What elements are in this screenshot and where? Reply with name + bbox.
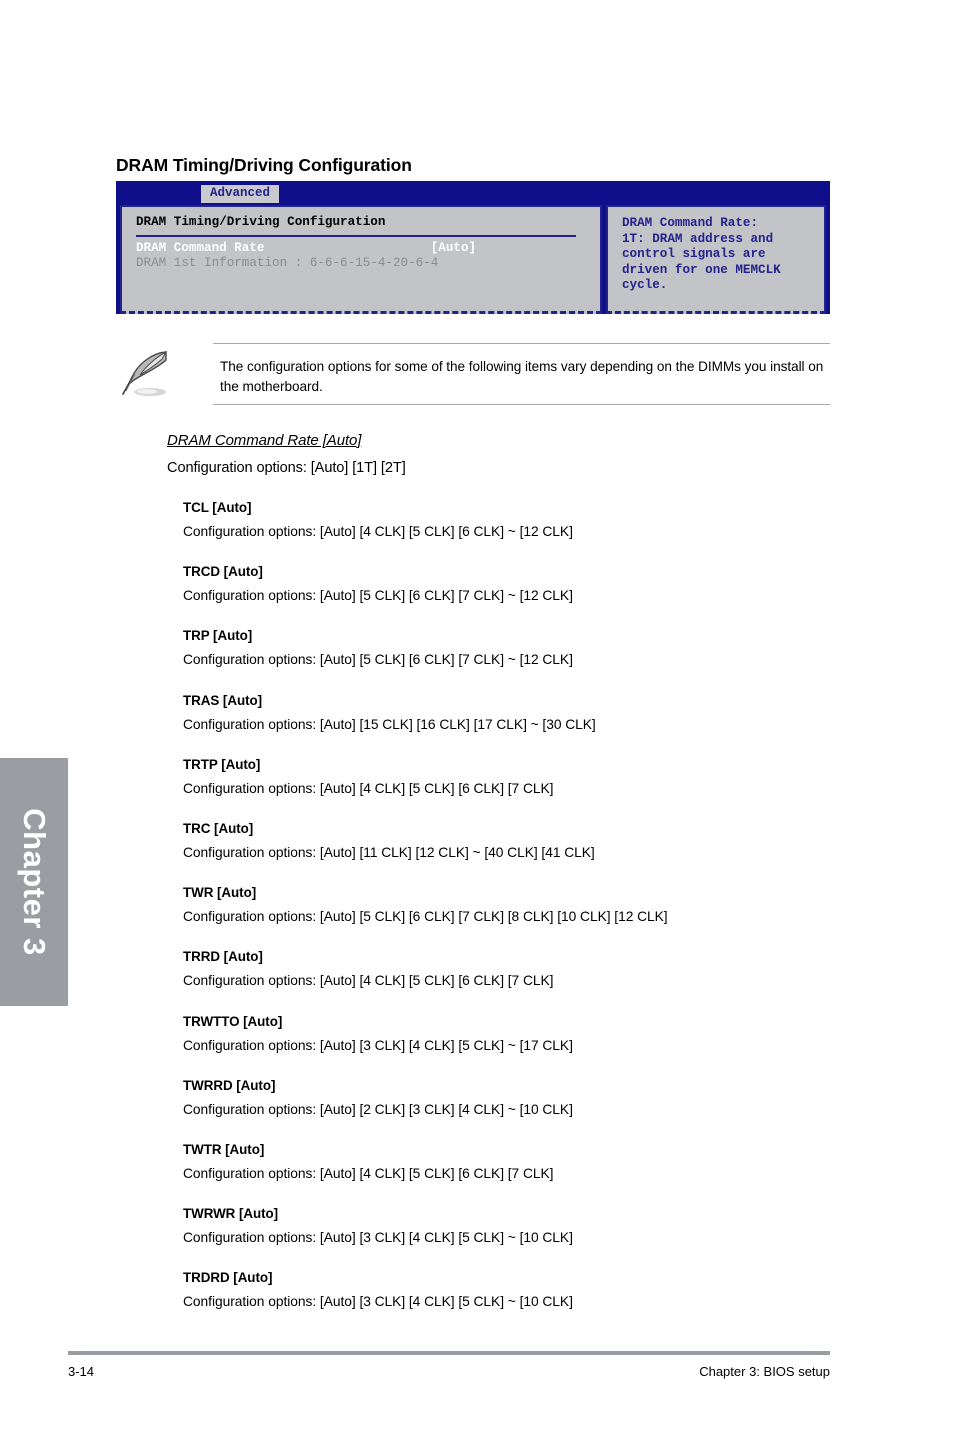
item-entry: TRCD [Auto] Configuration options: [Auto]… [183,564,883,628]
item-title: TWRRD [Auto] [183,1077,276,1093]
item-entry: TCL [Auto] Configuration options: [Auto] … [183,500,883,564]
item-entry: TRRD [Auto] Configuration options: [Auto]… [183,949,883,1013]
bios-main-pane: DRAM Timing/Driving Configuration DRAM C… [120,205,602,314]
item-entry: TRAS [Auto] Configuration options: [Auto]… [183,693,883,757]
item-options: Configuration options: [Auto] [5 CLK] [6… [183,652,573,668]
item-options: Configuration options: [Auto] [4 CLK] [5… [183,780,554,796]
item-title: TRC [Auto] [183,820,254,836]
item-options: Configuration options: [Auto] [3 CLK] [4… [183,1037,573,1053]
item-options: Configuration options: [Auto] [5 CLK] [6… [183,909,668,925]
item-title: TRCD [Auto] [183,564,263,580]
item-options: Configuration options: [Auto] [5 CLK] [6… [183,588,573,604]
tab-advanced[interactable]: Advanced [201,185,280,203]
quill-pen-icon [122,350,168,396]
bios-tab-bar: Advanced [116,181,830,203]
item-entry: TRTP [Auto] Configuration options: [Auto]… [183,757,883,821]
item-entry: TWR [Auto] Configuration options: [Auto] … [183,885,883,949]
item-options: Configuration options: [Auto] [3 CLK] [4… [183,1230,573,1246]
item-options: Configuration options: [Auto] [4 CLK] [5… [183,524,573,539]
footer-divider [68,1351,830,1355]
item-options: Configuration options: [Auto] [2 CLK] [3… [183,1101,573,1117]
chapter-side-tab: Chapter 3 [0,758,68,1006]
item-list: TCL [Auto] Configuration options: [Auto] … [183,500,883,1334]
item-entry: TRWTTO [Auto] Configuration options: [Aut… [183,1014,883,1078]
item-entry: TRDRD [Auto] Configuration options: [Auto… [183,1270,883,1334]
item-options: Configuration options: [Auto] [3 CLK] [4… [183,1294,573,1310]
item-entry: TRC [Auto] Configuration options: [Auto] … [183,821,883,885]
footer-chapter-label: Chapter 3: BIOS setup [699,1364,830,1379]
bios-screenshot-panel: Advanced DRAM Timing/Driving Configurati… [116,181,830,314]
item-options: Configuration options: [Auto] [11 CLK] [… [183,844,595,860]
bios-section-divider [136,234,576,237]
item-options: Configuration options: [Auto] [15 CLK] [… [183,716,596,732]
item-title: TRDRD [Auto] [183,1270,273,1286]
lead-item: DRAM Command Rate [Auto] Configuration o… [167,432,847,476]
item-title: TWRWR [Auto] [183,1206,279,1222]
item-options: Configuration options: [Auto] [4 CLK] [5… [183,1165,554,1181]
lead-item-heading: DRAM Command Rate [Auto] [167,432,362,449]
item-title: TWR [Auto] [183,885,257,901]
lead-item-options: Configuration options: [Auto] [1T] [2T] [167,460,406,476]
item-title: TRRD [Auto] [183,949,263,965]
item-entry: TRP [Auto] Configuration options: [Auto] … [183,628,883,692]
item-title: TRTP [Auto] [183,756,261,772]
chapter-side-tab-label: Chapter 3 [17,808,52,956]
item-title: TCL [Auto] [183,500,252,515]
item-title: TWTR [Auto] [183,1141,265,1157]
footer-page-number: 3-14 [68,1364,95,1379]
note-callout: The configuration options for some of th… [116,343,830,407]
item-entry: TWRWR [Auto] Configuration options: [Auto… [183,1206,883,1270]
item-title: TRAS [Auto] [183,692,263,708]
bios-row-dram-command-rate[interactable]: DRAM Command Rate [Auto] [136,241,600,257]
item-entry: TWRRD [Auto] Configuration options: [Auto… [183,1078,883,1142]
item-title: TRWTTO [Auto] [183,1013,283,1029]
bios-body: DRAM Timing/Driving Configuration DRAM C… [120,205,826,314]
bios-help-pane: DRAM Command Rate: 1T: DRAM address and … [606,205,826,314]
bios-row-dram-1st-information: DRAM 1st Information : 6-6-6-15-4-20-6-4 [136,256,439,270]
page-title: DRAM Timing/Driving Configuration [116,154,412,175]
item-entry: TWTR [Auto] Configuration options: [Auto]… [183,1142,883,1206]
item-options: Configuration options: [Auto] [4 CLK] [5… [183,973,554,989]
bios-help-text: DRAM Command Rate: 1T: DRAM address and … [622,216,781,292]
note-text: The configuration options for some of th… [220,359,824,394]
bios-section-title: DRAM Timing/Driving Configuration [136,215,386,229]
item-title: TRP [Auto] [183,628,253,644]
